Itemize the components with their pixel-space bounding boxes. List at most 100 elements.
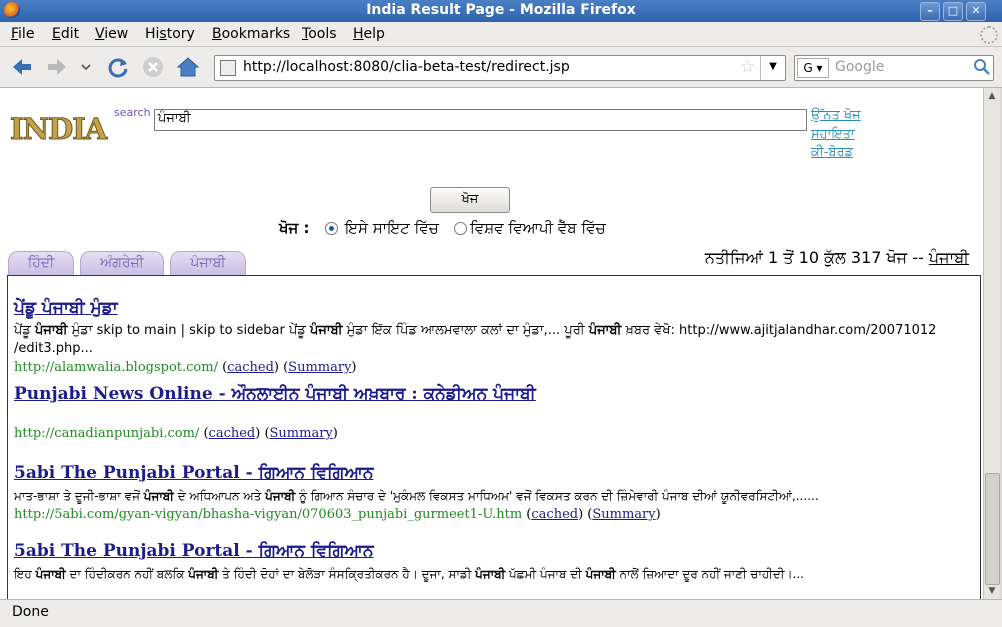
snippet-text: ਪੱਛਮੀ ਪੰਜਾਬ ਦੀ — [505, 567, 586, 581]
menu-view-label: iew — [104, 26, 129, 42]
snippet-text: ਮਾਤ-ਭਾਸ਼ਾ ਤੇ ਦੂਜੀ-ਭਾਸ਼ਾ ਵਜੋਂ — [14, 489, 144, 503]
menu-tools[interactable]: Tools — [302, 26, 337, 42]
advanced-search-link[interactable]: ਉੱਨਤ ਖੋਜ — [811, 108, 861, 123]
page-content: INDIA search ਪੰਜਾਬੀ ਉੱਨਤ ਖੋਜ ਸਹਾਇਤਾ ਕੀ-ਬ… — [0, 88, 983, 599]
summary-link[interactable]: Summary — [592, 507, 655, 522]
result-url[interactable]: http://5abi.com/gyan-vigyan/bhasha-vigya… — [14, 507, 522, 522]
menu-help-label: elp — [363, 26, 385, 42]
menubar: File Edit View History Bookmarks Tools H… — [0, 22, 1002, 47]
search-button[interactable]: ਖੋਜ — [430, 187, 510, 213]
tab-english[interactable]: ਅੰਗਰੇਜ਼ੀ — [80, 251, 164, 275]
cached-link[interactable]: cached — [531, 507, 578, 522]
snippet-highlight: ਪੰਜਾਬੀ — [143, 489, 174, 503]
menu-edit[interactable]: Edit — [52, 26, 79, 42]
snippet-highlight: ਪੰਜਾਬੀ — [34, 323, 68, 338]
tab-hindi[interactable]: ਹਿੰਦੀ — [8, 251, 74, 275]
menu-view[interactable]: View — [95, 26, 128, 42]
minimize-button[interactable]: – — [920, 2, 940, 21]
url-dropdown-icon[interactable]: ▼ — [760, 56, 785, 80]
menu-edit-accel: E — [52, 26, 61, 42]
result-item: Punjabi News Online - ਔਨਲਾਈਨ ਪੰਜਾਬੀ ਅਖ਼ਬ… — [14, 384, 962, 441]
results-count: ਨਤੀਜਿਆਂ 1 ਤੋਂ 10 ਕੁੱਲ 317 ਖੋਜ -- — [704, 248, 924, 267]
scrollbar-thumb[interactable] — [985, 473, 1000, 585]
window-title: India Result Page - Mozilla Firefox — [366, 2, 636, 18]
query-input[interactable]: ਪੰਜਾਬੀ — [154, 109, 807, 131]
menu-bookmarks-accel: B — [212, 26, 222, 42]
result-snippet: ਇਹ ਪੰਜਾਬੀ ਦਾ ਹਿੰਦੀਕਰਨ ਨਹੀਂ ਬਲਕਿ ਪੰਜਾਬੀ ਤ… — [14, 565, 962, 583]
search-icon[interactable] — [973, 58, 991, 76]
search-input[interactable]: Google — [835, 59, 884, 75]
result-title-link[interactable]: 5abi The Punjabi Portal - ਗਿਆਨ ਵਿਗਿਆਨ — [14, 463, 962, 483]
search-bar[interactable]: G ▾ Google — [794, 55, 994, 81]
scroll-up-icon[interactable]: ▲ — [985, 89, 999, 103]
snippet-highlight: ਪੰਜਾਬੀ — [35, 567, 66, 581]
help-link[interactable]: ਸਹਾਇਤਾ — [811, 127, 855, 142]
history-dropdown-icon[interactable] — [78, 55, 94, 79]
menu-file-label: ile — [18, 26, 35, 42]
results-list: ਪੇਂਡੂ ਪੰਜਾਬੀ ਮੁੰਡਾ ਪੇਂਡੂ ਪੰਜਾਬੀ ਮੁੰਡਾ sk… — [7, 275, 981, 599]
result-snippet: ਪੇਂਡੂ ਪੰਜਾਬੀ ਮੁੰਡਾ skip to main | skip t… — [14, 322, 962, 358]
throbber-icon — [980, 26, 998, 44]
snippet-text: ਦੇ ਅਧਿਆਪਨ ਅਤੇ — [173, 489, 266, 503]
result-meta: http://alamwalia.blogspot.com/ (cached) … — [14, 360, 357, 375]
result-url[interactable]: http://canadianpunjabi.com/ — [14, 426, 199, 441]
menu-history-label: tory — [166, 26, 195, 42]
result-title-link[interactable]: Punjabi News Online - ਔਨਲਾਈਨ ਪੰਜਾਬੀ ਅਖ਼ਬ… — [14, 384, 962, 404]
result-meta: http://canadianpunjabi.com/ (cached) (Su… — [14, 426, 338, 441]
snippet-text: ਨਾਲੋਂ ਜ਼ਿਆਦਾ ਦੂਰ ਨਹੀਂ ਜਾਣੀ ਚਾਹੀਦੀ।... — [615, 567, 804, 581]
summary-link[interactable]: Summary — [270, 426, 333, 441]
menu-help-accel: H — [353, 26, 364, 42]
cached-link[interactable]: cached — [209, 426, 256, 441]
india-search-logo[interactable]: INDIA search — [9, 106, 150, 147]
summary-link[interactable]: Summary — [288, 360, 351, 375]
home-icon[interactable] — [176, 55, 200, 79]
scope-option-web[interactable]: ਵਿਸ਼ਵ ਵਿਆਪੀ ਵੈੱਬ ਵਿੱਚ — [470, 219, 606, 237]
statusbar: Done — [0, 599, 1002, 627]
forward-icon[interactable] — [45, 55, 69, 79]
snippet-highlight: ਪੰਜਾਬੀ — [188, 567, 219, 581]
snippet-highlight: ਪੰਜਾਬੀ — [585, 567, 616, 581]
keyboard-link[interactable]: ਕੀ-ਬੋਰਡ — [811, 145, 853, 160]
logo-text: INDIA — [9, 112, 107, 147]
reload-icon[interactable] — [106, 55, 130, 79]
scope-radio-this-site[interactable] — [325, 222, 338, 235]
tab-punjabi[interactable]: ਪੰਜਾਬੀ — [170, 251, 246, 275]
cached-link[interactable]: cached — [227, 360, 274, 375]
result-snippet: ਮਾਤ-ਭਾਸ਼ਾ ਤੇ ਦੂਜੀ-ਭਾਸ਼ਾ ਵਜੋਂ ਪੰਜਾਬੀ ਦੇ ਅ… — [14, 487, 962, 505]
vertical-scrollbar[interactable]: ▲ ▼ — [983, 88, 1000, 599]
menu-edit-label: dit — [60, 26, 80, 42]
snippet-text: ਤੇ ਹਿੰਦੀ ਦੋਹਾਂ ਦਾ ਬੇਲੋੜਾ ਸੰਸਕ੍ਰਿਤੀਕਰਨ ਹੈ… — [218, 567, 476, 581]
result-url[interactable]: http://alamwalia.blogspot.com/ — [14, 360, 218, 375]
status-text: Done — [12, 604, 49, 620]
scope-radio-web[interactable] — [454, 222, 467, 235]
stop-icon[interactable] — [141, 55, 165, 79]
result-title-link[interactable]: ਪੇਂਡੂ ਪੰਜਾਬੀ ਮੁੰਡਾ — [14, 298, 962, 318]
result-item: 5abi The Punjabi Portal - ਗਿਆਨ ਵਿਗਿਆਨ ਇਹ… — [14, 541, 962, 583]
scope-label: ਖੋਜ : — [279, 219, 310, 237]
snippet-highlight: ਪੰਜਾਬੀ — [588, 323, 622, 338]
result-item: ਪੇਂਡੂ ਪੰਜਾਬੀ ਮੁੰਡਾ ਪੇਂਡੂ ਪੰਜਾਬੀ ਮੁੰਡਾ sk… — [14, 298, 962, 375]
close-button[interactable]: ✕ — [966, 2, 986, 21]
url-text[interactable]: http://localhost:8080/clia-beta-test/red… — [243, 59, 570, 75]
snippet-highlight: ਪੰਜਾਬੀ — [309, 323, 343, 338]
back-icon[interactable] — [10, 55, 34, 79]
result-meta: http://5abi.com/gyan-vigyan/bhasha-vigya… — [14, 507, 661, 522]
scope-option-this-site[interactable]: ਇਸੇ ਸਾਇਟ ਵਿੱਚ — [345, 219, 439, 237]
bookmark-star-icon[interactable]: ☆ — [740, 57, 755, 77]
menu-bookmarks[interactable]: Bookmarks — [212, 26, 290, 42]
menu-history[interactable]: History — [145, 26, 195, 42]
menu-file[interactable]: File — [11, 26, 34, 42]
query-text[interactable]: ਪੰਜਾਬੀ — [158, 111, 191, 126]
menu-help[interactable]: Help — [353, 26, 385, 42]
search-engine-selector[interactable]: G ▾ — [797, 58, 829, 78]
maximize-button[interactable]: □ — [943, 2, 963, 21]
result-title-link[interactable]: 5abi The Punjabi Portal - ਗਿਆਨ ਵਿਗਿਆਨ — [14, 541, 962, 561]
menu-history-pre: Hi — [145, 26, 160, 42]
menu-history-accel: s — [159, 26, 167, 42]
url-bar[interactable]: http://localhost:8080/clia-beta-test/red… — [214, 55, 786, 81]
snippet-highlight: ਪੰਜਾਬੀ — [265, 489, 296, 503]
results-query-link[interactable]: ਪੰਜਾਬੀ — [929, 248, 969, 267]
scroll-down-icon[interactable]: ▼ — [985, 584, 999, 598]
snippet-text: ਨੂੰ ਗਿਆਨ ਸੰਚਾਰ ਦੇ 'ਮੁਕੰਮਲ ਵਿਕਸਤ ਮਾਧਿਅਮ' … — [295, 489, 819, 503]
snippet-highlight: ਪੰਜਾਬੀ — [475, 567, 506, 581]
